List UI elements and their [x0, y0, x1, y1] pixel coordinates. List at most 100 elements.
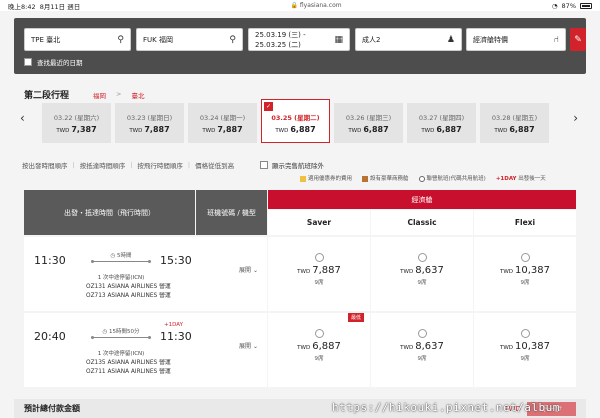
status-right: ◔ 87% — [552, 2, 592, 10]
fare-option[interactable]: TWD 8,637 9席 — [371, 313, 473, 387]
next-day-badge: +1DAY — [164, 322, 183, 328]
fare-radio[interactable] — [520, 329, 530, 338]
table-header: 出發・抵達時間（飛行時間） 班機號碼 / 機型 經濟艙 Saver Classi… — [24, 190, 576, 235]
fare-option[interactable]: TWD 7,887 9席 — [268, 237, 370, 311]
seat-icon: ⑁ — [553, 34, 559, 45]
arrival-time: 11:30 — [160, 330, 192, 343]
col-flight-header: 班機號碼 / 機型 — [196, 190, 267, 235]
search-panel: TPE 臺北 ⚲ FUK 福岡 ⚲ 25.03.19 (三) - 25.03.25 … — [14, 18, 586, 74]
date-tab[interactable]: 03.28 (星期五) TWD 6,887 — [480, 103, 549, 143]
date-tab-date: 03.23 (星期日) — [126, 114, 173, 122]
fare-price: TWD 10,387 — [499, 341, 551, 352]
chevron-down-icon: ⌄ — [252, 267, 258, 274]
legend: 適用優惠券的費用 設有豪華商務艙 聯營航班(代碼共用航班) +1DAY 出發後一… — [300, 174, 546, 182]
destination-field[interactable]: FUK 福岡 ⚲ — [136, 28, 243, 51]
fare-header-saver: Saver — [268, 210, 370, 235]
sort-by-arrival[interactable]: 按抵達時間順序 — [80, 160, 126, 170]
status-bar: 晚上8:42 8月11日 週日 🔒 flyasiana.com ◔ 87% — [0, 0, 600, 11]
leg-route: 福岡 > 臺北 — [93, 89, 145, 100]
exclude-soldout-option[interactable]: 顯示完售航班除外 — [260, 160, 324, 170]
flight-number[interactable]: OZ131 ASIANA AIRLINES 營運 — [86, 283, 171, 292]
legend-codeshare: 聯營航班(代碼共用航班) — [418, 174, 486, 182]
duration: ◷ 15時間50分 — [86, 327, 156, 339]
origin-field[interactable]: TPE 臺北 ⚲ — [24, 28, 131, 51]
fare-option[interactable]: TWD 10,387 9席 — [474, 237, 576, 311]
nearby-dates-checkbox[interactable] — [24, 58, 32, 66]
sort-by-duration[interactable]: 按飛行時間順序 — [137, 160, 183, 170]
departure-time: 20:40 — [34, 330, 66, 343]
date-tab-price: TWD 7,887 — [129, 125, 170, 134]
date-field[interactable]: 25.03.19 (三) - 25.03.25 (二) ▦ — [248, 28, 350, 51]
expand-button[interactable]: 展開 ⌄ — [239, 265, 258, 274]
legend-plusday: +1DAY 出發後一天 — [495, 176, 546, 182]
fare-option[interactable]: TWD 10,387 9席 — [474, 313, 576, 387]
location-pin-icon: ⚲ — [117, 34, 124, 45]
stopover: 1 次中途停留(ICN) — [97, 351, 145, 357]
sort-by-departure[interactable]: 按出發時間順序 — [22, 160, 68, 170]
leg-header: 第二段行程 福岡 > 臺北 — [24, 88, 145, 102]
date-tab-price: TWD 6,887 — [421, 125, 462, 134]
chevron-right-icon[interactable]: › — [573, 111, 578, 125]
codeshare-icon — [418, 175, 425, 182]
check-icon: ✓ — [264, 102, 273, 111]
fare-radio[interactable] — [314, 253, 324, 262]
legend-premium: 設有豪華商務艙 — [362, 174, 409, 182]
date-tab-date: 03.27 (星期四) — [418, 114, 465, 122]
legend-coupon: 適用優惠券的費用 — [300, 174, 352, 182]
exclude-soldout-checkbox[interactable] — [260, 161, 268, 169]
fare-option[interactable]: 最低 TWD 6,887 9席 — [268, 313, 370, 387]
wifi-icon: ◔ — [551, 1, 558, 10]
flight-number[interactable]: OZ713 ASIANA AIRLINES 營運 — [86, 292, 171, 301]
fare-price: TWD 6,887 — [297, 341, 341, 352]
flight-number[interactable]: OZ711 ASIANA AIRLINES 營運 — [86, 368, 171, 377]
flight-info: 11:30 ◷ 5時間 15:30 1 次中途停留(ICN) OZ131 ASIANA … — [24, 237, 267, 311]
date-tab-date: 03.28 (星期五) — [491, 114, 538, 122]
flight-numbers: OZ131 ASIANA AIRLINES 營運 OZ713 ASIANA AIR… — [86, 283, 171, 301]
date-tab-price: TWD 6,887 — [348, 125, 389, 134]
url-bar[interactable]: 🔒 flyasiana.com — [291, 2, 342, 9]
passenger-field[interactable]: 成人2 ♟ — [355, 28, 462, 51]
calendar-icon: ▦ — [334, 34, 343, 45]
seats-left: 9席 — [520, 356, 530, 362]
pencil-icon: ✎ — [574, 34, 582, 45]
fare-header-flexi: Flexi — [474, 210, 576, 235]
arrival-time: 15:30 — [160, 254, 192, 267]
edit-search-button[interactable]: ✎ — [570, 28, 586, 51]
chevron-left-icon[interactable]: ‹ — [20, 111, 25, 125]
date-tab[interactable]: 03.24 (星期一) TWD 7,887 — [188, 103, 257, 143]
clock-icon: ◷ — [110, 253, 116, 259]
seats-left: 9席 — [417, 280, 427, 286]
date-tab-price: TWD 6,887 — [275, 125, 316, 134]
col-class-header: 經濟艙 — [268, 190, 576, 209]
coupon-icon — [300, 175, 306, 182]
date-tab[interactable]: ✓ 03.25 (星期二) TWD 6,887 — [261, 99, 330, 143]
expand-button[interactable]: 展開 ⌄ — [239, 341, 258, 350]
fare-radio[interactable] — [520, 253, 530, 262]
fare-radio[interactable] — [314, 329, 324, 338]
chevron-down-icon: ⌄ — [252, 343, 258, 350]
fare-option[interactable]: TWD 8,637 9席 — [371, 237, 473, 311]
total-label: 預計總付款金額 — [24, 404, 80, 413]
date-tab[interactable]: 03.27 (星期四) TWD 6,887 — [407, 103, 476, 143]
cabin-field[interactable]: 經濟艙特價 ⑁ — [466, 28, 566, 51]
fare-radio[interactable] — [417, 329, 427, 338]
leg-title: 第二段行程 — [24, 91, 70, 101]
date-tab-date: 03.25 (星期二) — [271, 114, 320, 122]
date-tab[interactable]: 03.22 (星期六) TWD 7,387 — [42, 103, 111, 143]
date-tab-date: 03.26 (星期三) — [345, 114, 392, 122]
fare-price: TWD 8,637 — [400, 341, 444, 352]
fare-price: TWD 10,387 — [499, 265, 551, 276]
nearby-dates-option[interactable]: 查找最近的日期 — [24, 57, 83, 67]
sort-by-price[interactable]: 價格從低到高 — [195, 160, 234, 170]
seats-left: 9席 — [314, 280, 324, 286]
flight-number[interactable]: OZ135 ASIANA AIRLINES 營運 — [86, 359, 171, 368]
flight-row: 11:30 ◷ 5時間 15:30 1 次中途停留(ICN) OZ131 ASIANA … — [24, 237, 576, 311]
date-selector: ‹ 03.22 (星期六) TWD 7,387 03.23 (星期日) TWD 7,887… — [14, 99, 586, 147]
flight-numbers: OZ135 ASIANA AIRLINES 營運 OZ711 ASIANA AIR… — [86, 359, 171, 377]
flight-info: 20:40 ◷ 15時間50分 +1DAY 11:30 1 次中途停留(ICN) OZ13… — [24, 313, 267, 387]
date-tab[interactable]: 03.26 (星期三) TWD 6,887 — [334, 103, 403, 143]
date-tab-price: TWD 6,887 — [494, 125, 535, 134]
clock-icon: ◷ — [102, 329, 108, 335]
fare-radio[interactable] — [417, 253, 427, 262]
date-tab[interactable]: 03.23 (星期日) TWD 7,887 — [115, 103, 184, 143]
